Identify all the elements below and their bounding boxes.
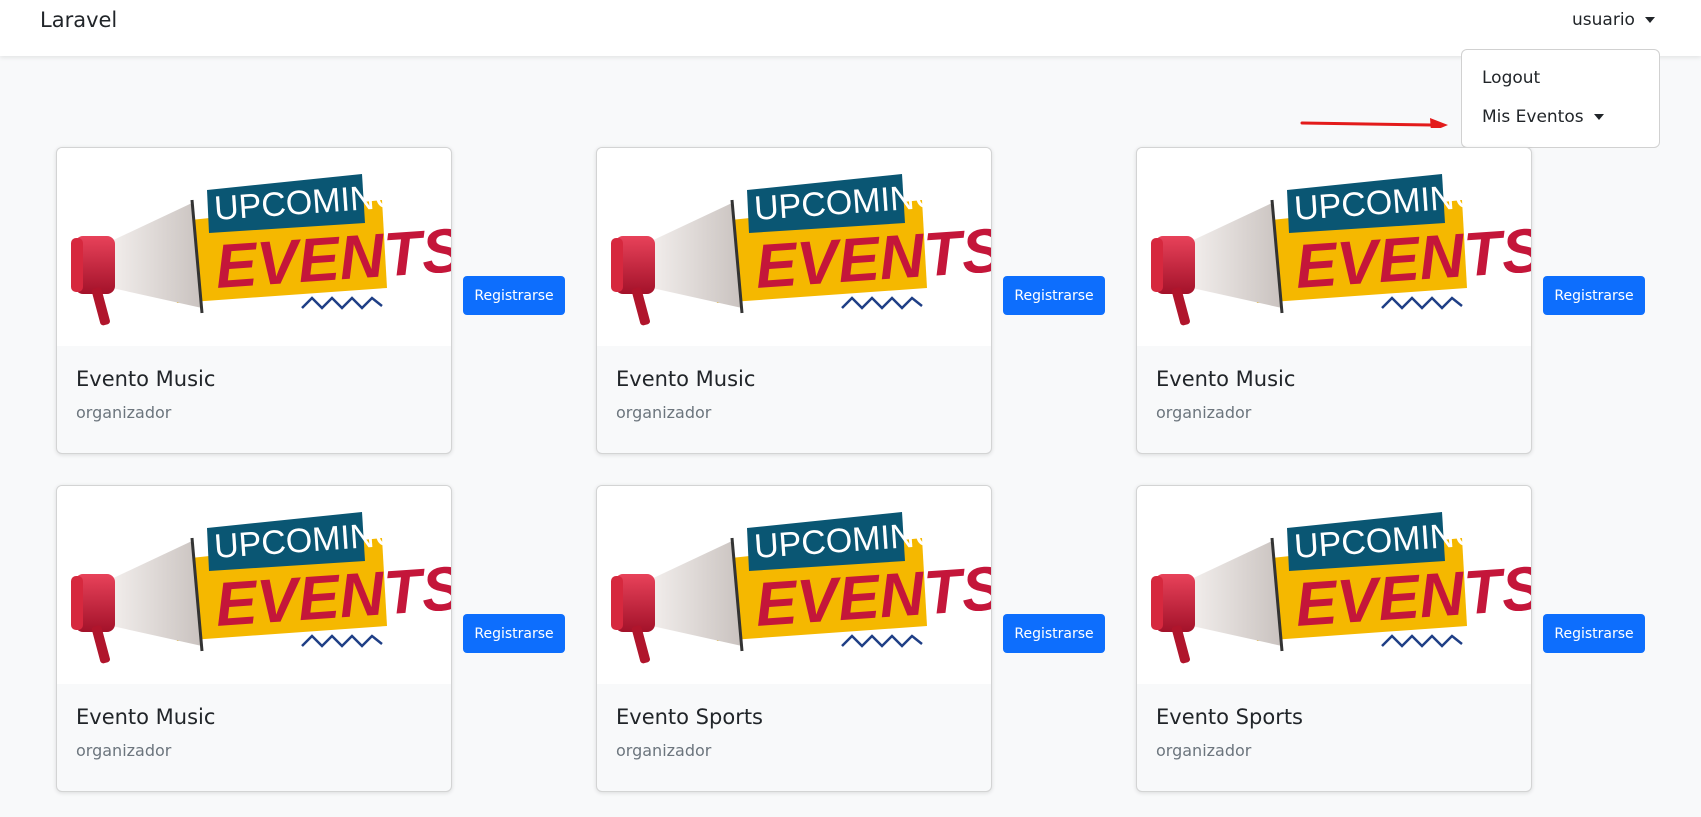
event-organizer: organizador xyxy=(76,403,172,422)
event-title: Evento Music xyxy=(616,367,756,391)
event-card: UPCOMING EVENTS Evento Sports organizado… xyxy=(596,485,992,792)
event-title: Evento Sports xyxy=(616,705,763,729)
user-dropdown-menu: Logout Mis Eventos xyxy=(1461,49,1660,148)
event-organizer: organizador xyxy=(76,741,172,760)
event-image: UPCOMING EVENTS xyxy=(57,486,451,684)
event-image: UPCOMING EVENTS xyxy=(1137,486,1531,684)
register-button[interactable]: Registrarse xyxy=(1003,276,1105,315)
event-card: UPCOMING EVENTS Evento Sports organizado… xyxy=(1136,485,1532,792)
event-card: UPCOMING EVENTS Evento Music organizador xyxy=(56,485,452,792)
event-image: UPCOMING EVENTS xyxy=(1137,148,1531,346)
event-organizer: organizador xyxy=(1156,741,1252,760)
register-button[interactable]: Registrarse xyxy=(1003,614,1105,653)
event-card: UPCOMING EVENTS Evento Music organizador xyxy=(1136,147,1532,454)
event-title: Evento Music xyxy=(76,705,216,729)
logout-label: Logout xyxy=(1482,67,1541,88)
register-button[interactable]: Registrarse xyxy=(1543,614,1645,653)
register-button[interactable]: Registrarse xyxy=(463,614,565,653)
register-button[interactable]: Registrarse xyxy=(463,276,565,315)
event-title: Evento Music xyxy=(1156,367,1296,391)
user-menu-label: usuario xyxy=(1572,10,1635,30)
event-organizer: organizador xyxy=(616,741,712,760)
navbar: Laravel usuario xyxy=(0,0,1701,56)
event-image: UPCOMING EVENTS xyxy=(597,148,991,346)
event-image: UPCOMING EVENTS xyxy=(57,148,451,346)
event-title: Evento Sports xyxy=(1156,705,1303,729)
event-title: Evento Music xyxy=(76,367,216,391)
mis-eventos-menu-item[interactable]: Mis Eventos xyxy=(1462,97,1659,136)
event-card: UPCOMING EVENTS Evento Music organizador xyxy=(56,147,452,454)
chevron-down-icon xyxy=(1644,17,1655,23)
register-button[interactable]: Registrarse xyxy=(1543,276,1645,315)
brand-link[interactable]: Laravel xyxy=(40,8,117,32)
event-organizer: organizador xyxy=(1156,403,1252,422)
logout-menu-item[interactable]: Logout xyxy=(1462,58,1659,97)
event-organizer: organizador xyxy=(616,403,712,422)
event-card: UPCOMING EVENTS Evento Music organizador xyxy=(596,147,992,454)
mis-eventos-label: Mis Eventos xyxy=(1482,106,1584,127)
user-menu-toggle[interactable]: usuario xyxy=(1572,10,1655,30)
annotation-arrow-icon xyxy=(1300,118,1448,128)
chevron-down-icon xyxy=(1593,113,1604,120)
event-image: UPCOMING EVENTS xyxy=(597,486,991,684)
